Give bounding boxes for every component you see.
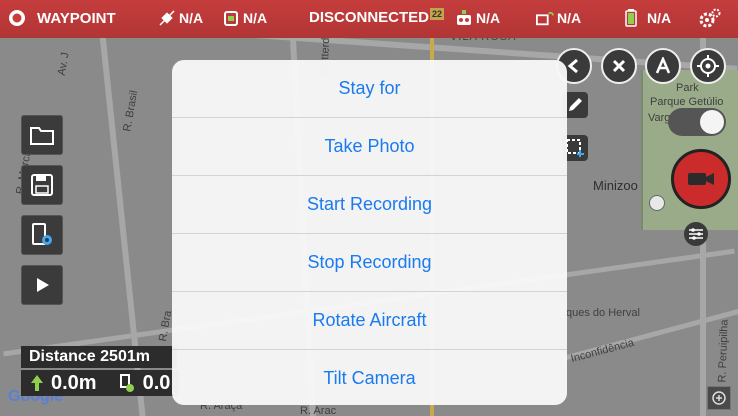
save-mission-button[interactable]	[21, 165, 63, 205]
telemetry-readout: 0.0m 0.0	[21, 370, 179, 396]
letter-a-icon	[655, 57, 671, 74]
folder-icon	[30, 127, 54, 145]
map-label: R. Peruipilha	[716, 319, 731, 383]
record-button[interactable]	[671, 149, 731, 209]
map-label: R. Brasil	[121, 89, 141, 133]
aircraft-position-marker	[649, 195, 665, 211]
dashed-square-add-icon	[566, 139, 584, 157]
map-label: Parque Getúlio	[650, 96, 724, 108]
video-indicator: N/A	[536, 9, 581, 27]
video-signal-icon	[536, 12, 554, 26]
action-rotate-aircraft[interactable]: Rotate Aircraft	[172, 292, 567, 350]
camera-settings-button[interactable]	[684, 222, 708, 246]
open-mission-button[interactable]	[21, 115, 63, 155]
pencil-icon	[569, 98, 582, 111]
distance-readout: Distance 2501m	[21, 346, 177, 368]
battery-icon	[625, 9, 637, 27]
rc-battery-indicator: N/A	[455, 9, 500, 27]
action-start-recording[interactable]: Start Recording	[172, 176, 567, 234]
auto-mode-button[interactable]	[645, 48, 681, 84]
speed-value: 0.0	[142, 371, 171, 394]
play-icon	[37, 278, 49, 292]
toggle-knob	[700, 110, 724, 134]
sliders-icon	[689, 228, 703, 240]
action-tilt-camera[interactable]: Tilt Camera	[172, 350, 567, 405]
rc-status: N/A	[243, 10, 268, 26]
gear-icon	[699, 8, 721, 28]
zoom-plus-icon	[712, 391, 726, 405]
rc-battery-status: N/A	[476, 10, 501, 26]
speed-icon	[119, 374, 134, 392]
rc-signal-icon	[457, 10, 471, 25]
settings-button[interactable]	[697, 7, 721, 31]
map-label: Park	[676, 82, 699, 94]
gps-status: N/A	[179, 10, 204, 26]
remote-controller-icon	[224, 11, 238, 26]
gps-indicator: N/A	[158, 9, 203, 27]
distance-label: Distance 2501m	[29, 348, 150, 365]
crosshair-icon	[697, 55, 719, 77]
locate-button[interactable]	[690, 48, 726, 84]
zoom-button[interactable]	[707, 386, 731, 410]
battery-indicator: N/A	[622, 9, 671, 27]
satellite-icon	[159, 10, 175, 26]
altitude-value: 0.0m	[51, 371, 97, 394]
drone-logo-icon	[9, 10, 25, 26]
map-label: Inconfidência	[569, 336, 636, 366]
mode-label: WAYPOINT	[37, 9, 116, 27]
rc-indicator: N/A	[222, 9, 267, 27]
waypoint-action-sheet: Stay for Take Photo Start Recording Stop…	[172, 60, 567, 405]
device-settings-icon	[32, 223, 52, 245]
action-stay-for[interactable]: Stay for	[172, 60, 567, 118]
camera-mode-toggle[interactable]	[668, 108, 726, 136]
chevron-left-icon	[567, 58, 578, 74]
altitude-icon	[31, 375, 43, 391]
mode-indicator[interactable]: WAYPOINT	[8, 9, 116, 27]
video-camera-icon	[688, 173, 714, 185]
floppy-disk-icon	[31, 174, 53, 196]
map-label: Av. J	[55, 51, 72, 77]
map-label: ques do Herval	[566, 307, 640, 319]
connection-status: DISCONNECTED	[309, 9, 430, 26]
video-status: N/A	[557, 10, 582, 26]
close-button[interactable]	[601, 48, 637, 84]
start-mission-button[interactable]	[21, 265, 63, 305]
speed-badge: 22	[430, 7, 445, 20]
map-label: R. Arac	[300, 405, 337, 416]
battery-status: N/A	[647, 10, 672, 26]
connection-indicator: DISCONNECTED 22	[309, 7, 445, 26]
mission-settings-button[interactable]	[21, 215, 63, 255]
action-take-photo[interactable]: Take Photo	[172, 118, 567, 176]
status-bar: WAYPOINT N/A N/A DISCONNECTED 22 N/A N/A…	[0, 0, 738, 38]
map-label: Minizoo	[593, 178, 638, 193]
close-icon	[612, 59, 626, 73]
action-stop-recording[interactable]: Stop Recording	[172, 234, 567, 292]
